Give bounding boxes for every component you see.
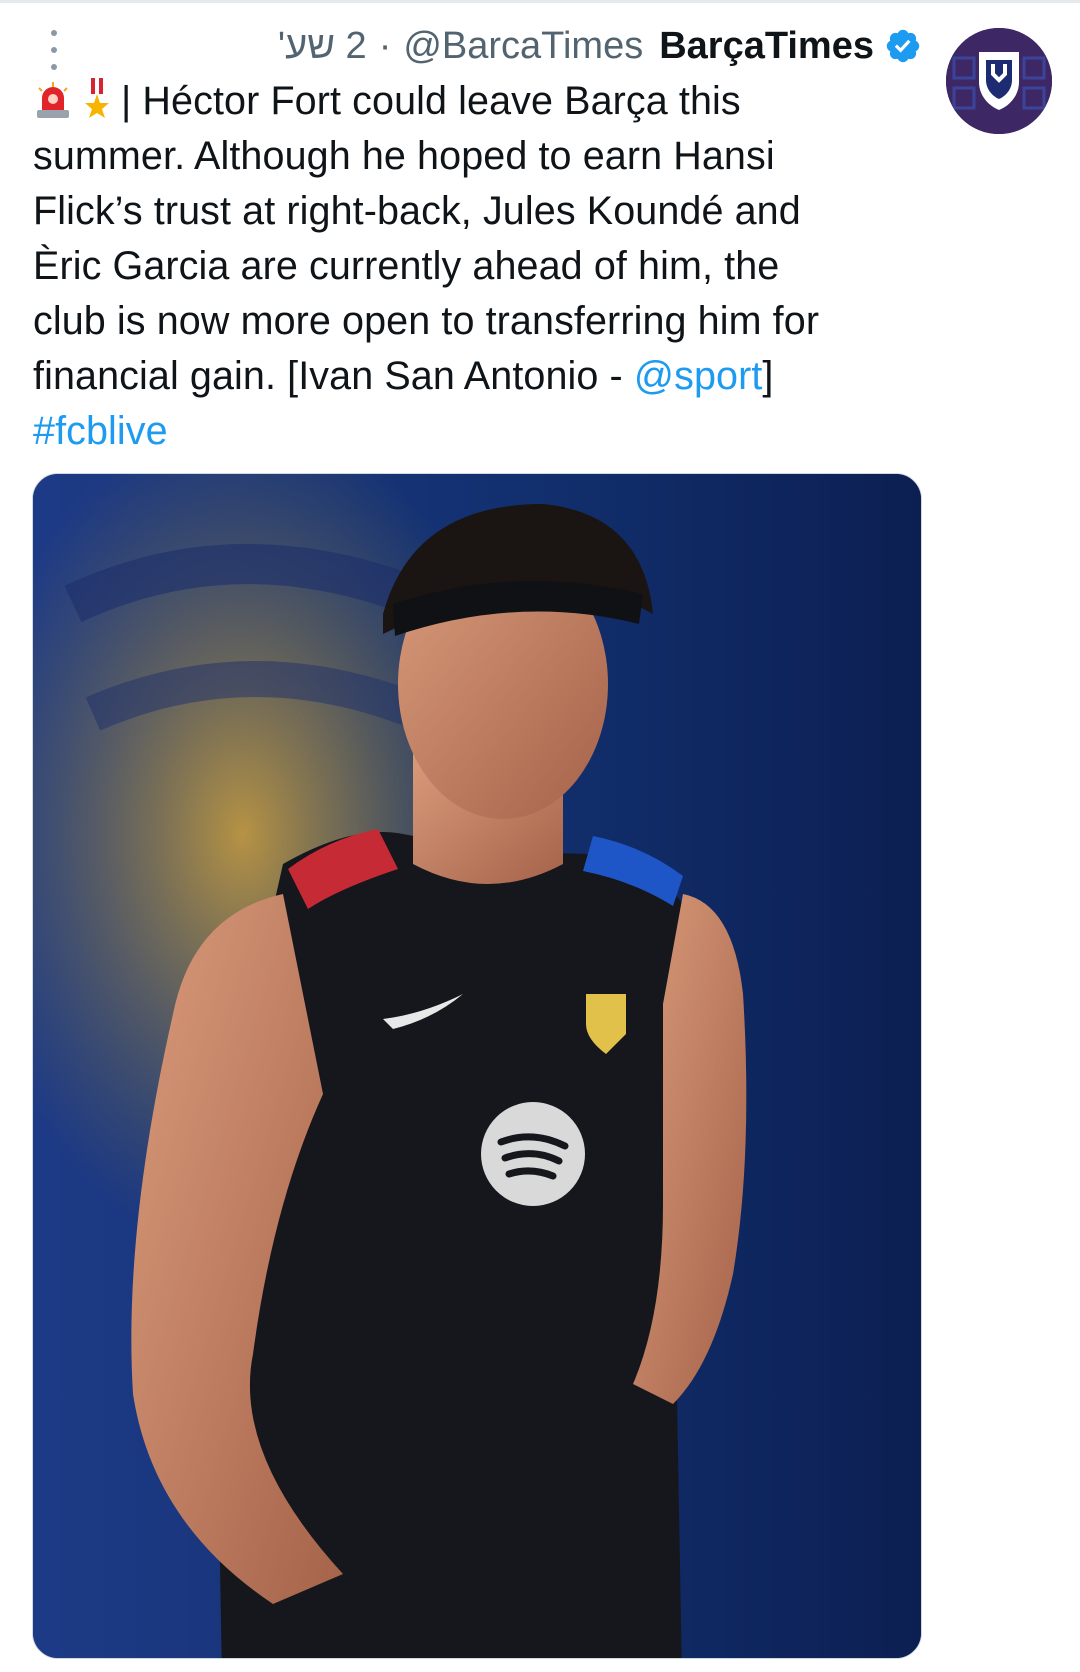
police-light-emoji — [37, 82, 69, 118]
avatar[interactable] — [946, 28, 1052, 134]
tweet-media-image[interactable] — [32, 473, 922, 1659]
user-handle[interactable]: @BarcaTimes — [403, 25, 643, 68]
shield-logo — [946, 28, 1052, 134]
military-medal-emoji — [85, 78, 109, 118]
user-display-name[interactable]: BarçaTimes — [659, 25, 874, 68]
tweet-text-line-6: financial gain. [Ivan San Antonio - @spo… — [33, 354, 774, 398]
tweet-view: 2 שע' · @BarcaTimes BarçaTimes | Héctor … — [0, 0, 1080, 1672]
tweet-text: | Héctor Fort could leave Barça this sum… — [33, 74, 913, 459]
divider — [0, 0, 1080, 3]
separator: · — [378, 24, 392, 67]
tweet-text-line-1: | Héctor Fort could leave Barça this — [33, 74, 913, 129]
tweet-header: 2 שע' · @BarcaTimes BarçaTimes — [0, 20, 922, 72]
player-training-photo — [33, 474, 921, 1658]
tweet-text-line-3: Flick’s trust at right-back, Jules Kound… — [33, 189, 801, 233]
tweet-time[interactable]: 2 שע' — [278, 25, 367, 68]
tweet-text-line-4: Èric Garcia are currently ahead of him, … — [33, 244, 780, 288]
hashtag-link[interactable]: #fcblive — [33, 409, 168, 453]
tweet-text-line-5: club is now more open to transferring hi… — [33, 299, 820, 343]
verified-badge-icon — [886, 29, 920, 63]
tweet-text-line-2: summer. Although he hoped to earn Hansi — [33, 134, 775, 178]
mention-link[interactable]: @sport — [634, 354, 763, 398]
tweet-text-line-7: #fcblive — [33, 404, 913, 459]
